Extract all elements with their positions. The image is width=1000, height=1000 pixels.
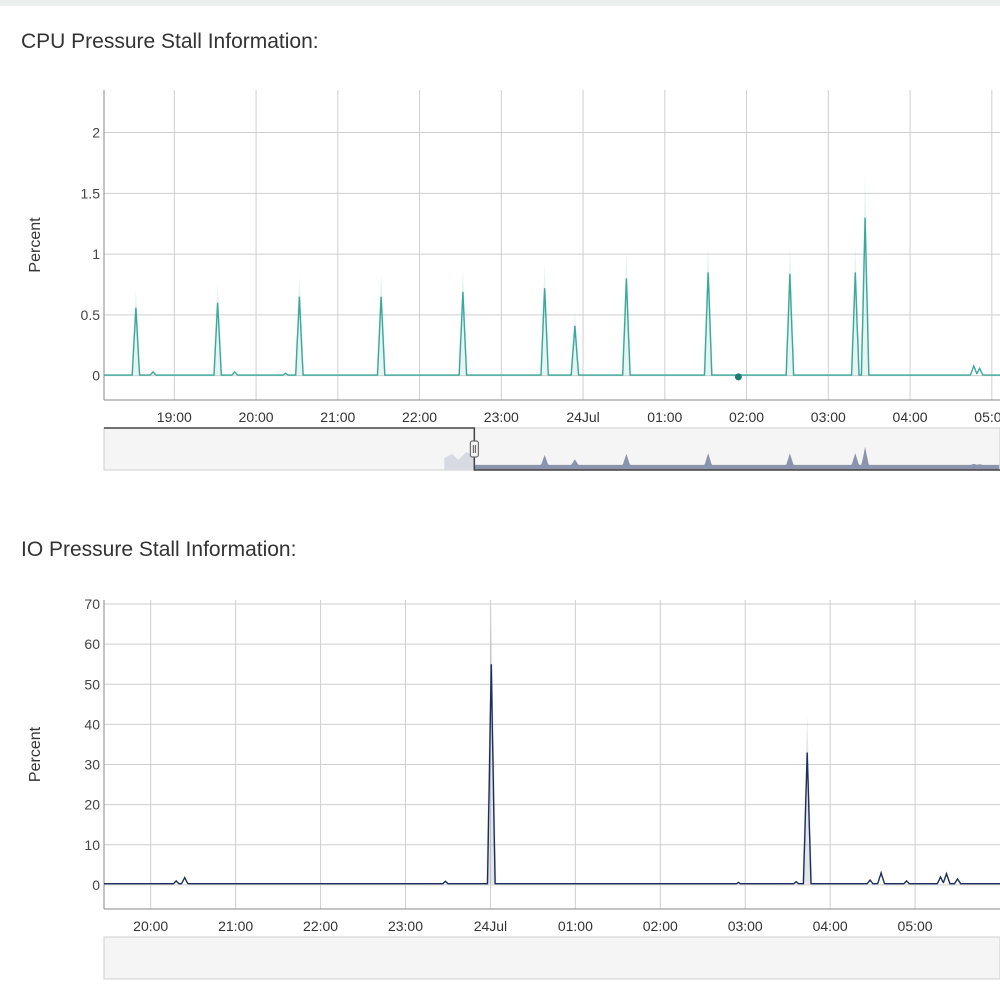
cpu-section-title: CPU Pressure Stall Information:: [21, 30, 319, 53]
io-pressure-chart[interactable]: 0 10 20 30 40 50 60 70 20:00 21:00 22:00 23:00 24Jul…: [0, 580, 1000, 990]
io-y-axis-label: Percent: [27, 726, 44, 782]
cpu-x-tick-label: 02:00: [729, 409, 764, 425]
cpu-x-tick-label: 01:00: [647, 409, 682, 425]
cpu-x-tick-label: 21:00: [320, 409, 355, 425]
cpu-x-tick-label: 19:00: [157, 409, 192, 425]
cpu-y-axis-label: Percent: [27, 217, 44, 273]
cpu-x-tick-label: 03:00: [811, 409, 846, 425]
cpu-y-tick-label: 2: [92, 125, 100, 141]
io-section-title: IO Pressure Stall Information:: [21, 538, 297, 561]
io-grid: [104, 600, 1000, 909]
io-y-tick-label: 50: [84, 676, 100, 692]
io-x-tick-label: 03:00: [728, 918, 763, 934]
io-series-line: [104, 664, 1000, 885]
io-y-tick-label: 60: [84, 636, 100, 652]
io-y-tick-label: 0: [92, 877, 100, 893]
io-x-tick-label: 23:00: [388, 918, 423, 934]
io-y-tick-label: 30: [84, 757, 100, 773]
cpu-hover-marker: [734, 373, 742, 381]
io-x-tick-label: 02:00: [643, 918, 678, 934]
io-x-tick-label: 22:00: [303, 918, 338, 934]
cpu-x-tick-label: 20:00: [239, 409, 274, 425]
io-x-tick-label: 05:00: [898, 918, 933, 934]
cpu-x-tick-label: 22:00: [402, 409, 437, 425]
cpu-x-tick-label: 24Jul: [566, 409, 599, 425]
io-y-tick-label: 10: [84, 837, 100, 853]
cpu-pressure-chart[interactable]: 0 0.5 1 1.5 2 19:00 20:00 21:00 22:00 23:00 24Jul 0…: [0, 70, 1000, 480]
io-x-tick-label: 21:00: [218, 918, 253, 934]
io-y-tick-label: 40: [84, 716, 100, 732]
cpu-navigator-handle[interactable]: [469, 440, 479, 458]
top-bar: [0, 0, 1000, 6]
cpu-y-tick-label: 0.5: [81, 307, 101, 323]
cpu-y-tick-label: 1: [92, 246, 100, 262]
cpu-x-tick-label: 23:00: [484, 409, 519, 425]
cpu-y-tick-label: 1.5: [81, 185, 101, 201]
cpu-y-tick-label: 0: [92, 368, 100, 384]
io-x-tick-label: 20:00: [133, 918, 168, 934]
cpu-series-group: [104, 173, 1000, 376]
io-x-tick-label: 01:00: [558, 918, 593, 934]
cpu-x-tick-label: 04:00: [893, 409, 928, 425]
cpu-x-tick-label: 05:00: [974, 409, 1000, 425]
io-y-tick-label: 70: [84, 596, 100, 612]
io-navigator: [103, 936, 1000, 980]
io-y-tick-label: 20: [84, 797, 100, 813]
io-x-tick-label: 24Jul: [474, 918, 507, 934]
io-x-tick-label: 04:00: [813, 918, 848, 934]
